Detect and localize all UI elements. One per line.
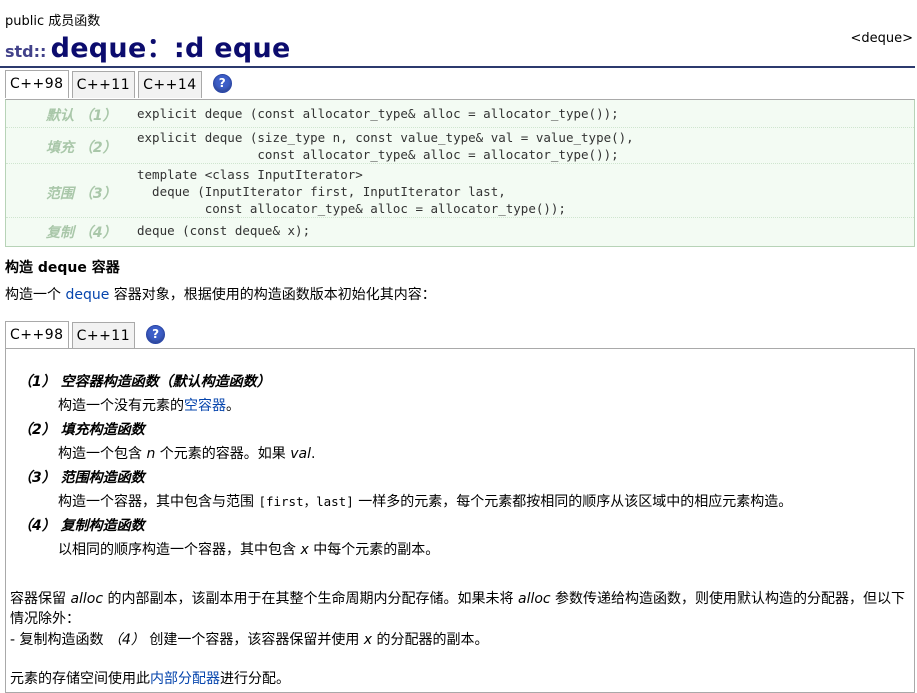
- prototype-label[interactable]: 范围 （3）: [46, 183, 117, 203]
- intro-text: 构造一个: [5, 287, 61, 303]
- prototype-row-fill: 填充 （2） explicit deque (size_type n, cons…: [6, 129, 914, 164]
- internal-allocator-link[interactable]: 内部分配器: [150, 671, 220, 687]
- item-heading: （1） 空容器构造函数（默认构造函数）: [18, 374, 271, 390]
- prototype-version-tabs: C++98 C++11 C++14 ?: [5, 70, 232, 98]
- prototype-code: explicit deque (size_type n, const value…: [137, 130, 634, 162]
- prototype-label[interactable]: 复制 （4）: [46, 222, 117, 242]
- list-item: （3） 范围构造函数 构造一个容器，其中包含与范围 [first，last] 一…: [18, 467, 792, 511]
- namespace-prefix: std::: [5, 42, 47, 61]
- list-item: （1） 空容器构造函数（默认构造函数） 构造一个没有元素的空容器。: [18, 371, 271, 415]
- prototype-row-default: 默认 （1） explicit deque (const allocator_t…: [6, 105, 914, 128]
- detail-version-tabs: C++98 C++11 ?: [5, 321, 166, 349]
- item-heading: （4） 复制构造函数: [18, 518, 145, 534]
- item-heading: （2） 填充构造函数: [18, 422, 145, 438]
- function-name: deque：:d eque: [50, 33, 291, 64]
- prototype-row-range: 范围 （3） template <class InputIterator> de…: [6, 166, 914, 218]
- item-heading: （3） 范围构造函数: [18, 470, 145, 486]
- list-item: （4） 复制构造函数 以相同的顺序构造一个容器，其中包含 x 中每个元素的副本。: [18, 515, 439, 559]
- list-item: （2） 填充构造函数 构造一个包含 n 个元素的容器。如果 val.: [18, 419, 315, 463]
- prototype-code: explicit deque (const allocator_type& al…: [137, 106, 619, 121]
- prototype-list: 默认 （1） explicit deque (const allocator_t…: [5, 99, 915, 247]
- prototype-code: deque (const deque& x);: [137, 223, 311, 238]
- section-intro: 构造一个 deque 容器对象，根据使用的构造函数版本初始化其内容：: [5, 284, 436, 304]
- prototype-code: template <class InputIterator> deque (In…: [137, 167, 566, 216]
- copy-exception-note: - 复制构造函数 （4） 创建一个容器，该容器保留并使用 x 的分配器的副本。: [10, 632, 489, 648]
- help-icon[interactable]: ?: [212, 74, 232, 93]
- allocator-paragraph: 容器保留 alloc 的内部副本，该副本用于在其整个生命周期内分配存储。如果未将…: [10, 591, 906, 627]
- item-description: 构造一个容器，其中包含与范围 [first，last] 一样多的元素，每个元素都…: [58, 494, 793, 510]
- constructor-details: （1） 空容器构造函数（默认构造函数） 构造一个没有元素的空容器。 （2） 填充…: [5, 348, 915, 693]
- tab-cpp98[interactable]: C++98: [5, 321, 69, 349]
- title-divider: [0, 66, 915, 68]
- prototype-label[interactable]: 填充 （2）: [46, 137, 117, 157]
- tab-cpp11[interactable]: C++11: [71, 71, 136, 98]
- section-title: 构造 deque 容器: [5, 260, 120, 276]
- item-description: 构造一个包含 n 个元素的容器。如果 val.: [58, 446, 316, 462]
- deque-link[interactable]: deque: [65, 287, 109, 303]
- member-category: public 成员函数: [5, 14, 101, 29]
- help-icon[interactable]: ?: [146, 325, 166, 344]
- tab-cpp11[interactable]: C++11: [71, 322, 136, 349]
- empty-container-link[interactable]: 空容器: [184, 398, 226, 414]
- tab-cpp14[interactable]: C++14: [138, 71, 202, 98]
- item-description: 构造一个没有元素的空容器。: [58, 398, 240, 414]
- prototype-label[interactable]: 默认 （1）: [46, 105, 117, 125]
- storage-note: 元素的存储空间使用此内部分配器进行分配。: [10, 671, 290, 687]
- item-description: 以相同的顺序构造一个容器，其中包含 x 中每个元素的副本。: [58, 542, 440, 558]
- prototype-row-copy: 复制 （4） deque (const deque& x);: [6, 222, 914, 244]
- tab-cpp98[interactable]: C++98: [5, 70, 69, 98]
- header-link[interactable]: <deque>: [850, 31, 913, 46]
- intro-text: 容器对象，根据使用的构造函数版本初始化其内容：: [113, 287, 436, 303]
